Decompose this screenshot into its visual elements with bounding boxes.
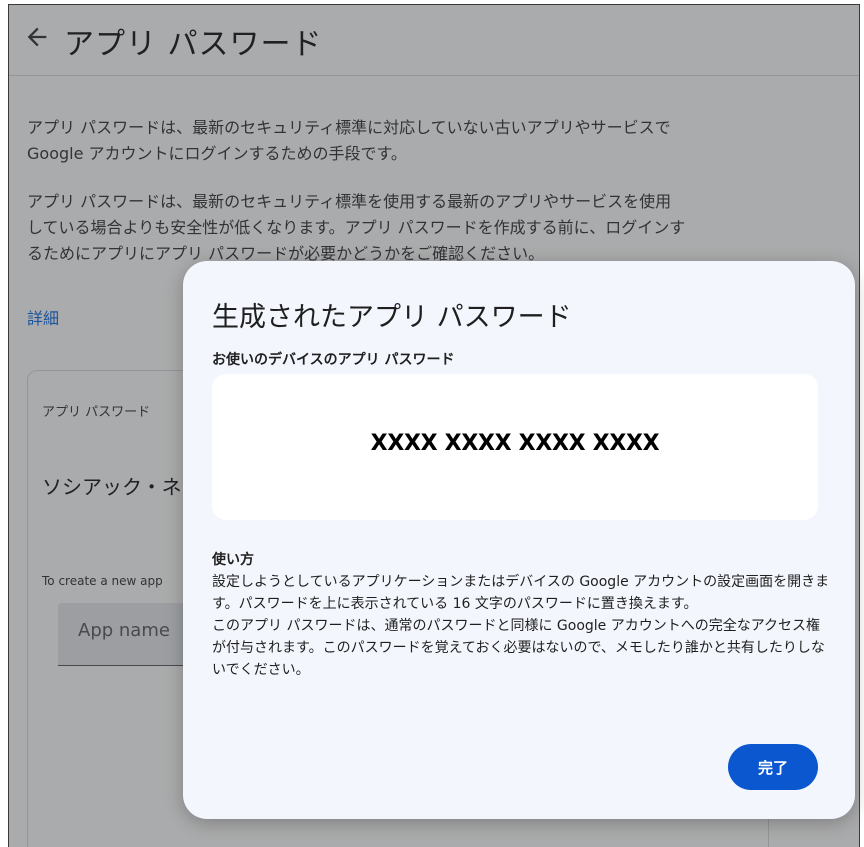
usage-text: 設定しようとしているアプリケーションまたはデバイスの Google アカウントの… (212, 574, 830, 678)
password-value[interactable]: XXXX XXXX XXXX XXXX (352, 426, 678, 462)
usage-heading: 使い方 (212, 552, 254, 568)
done-button[interactable]: 完了 (728, 744, 818, 790)
password-box: XXXX XXXX XXXX XXXX (212, 374, 818, 520)
generated-password-dialog: 生成されたアプリ パスワード お使いのデバイスのアプリ パスワード XXXX X… (183, 261, 855, 819)
password-label: お使いのデバイスのアプリ パスワード (212, 352, 455, 368)
dialog-title: 生成されたアプリ パスワード (212, 302, 572, 333)
